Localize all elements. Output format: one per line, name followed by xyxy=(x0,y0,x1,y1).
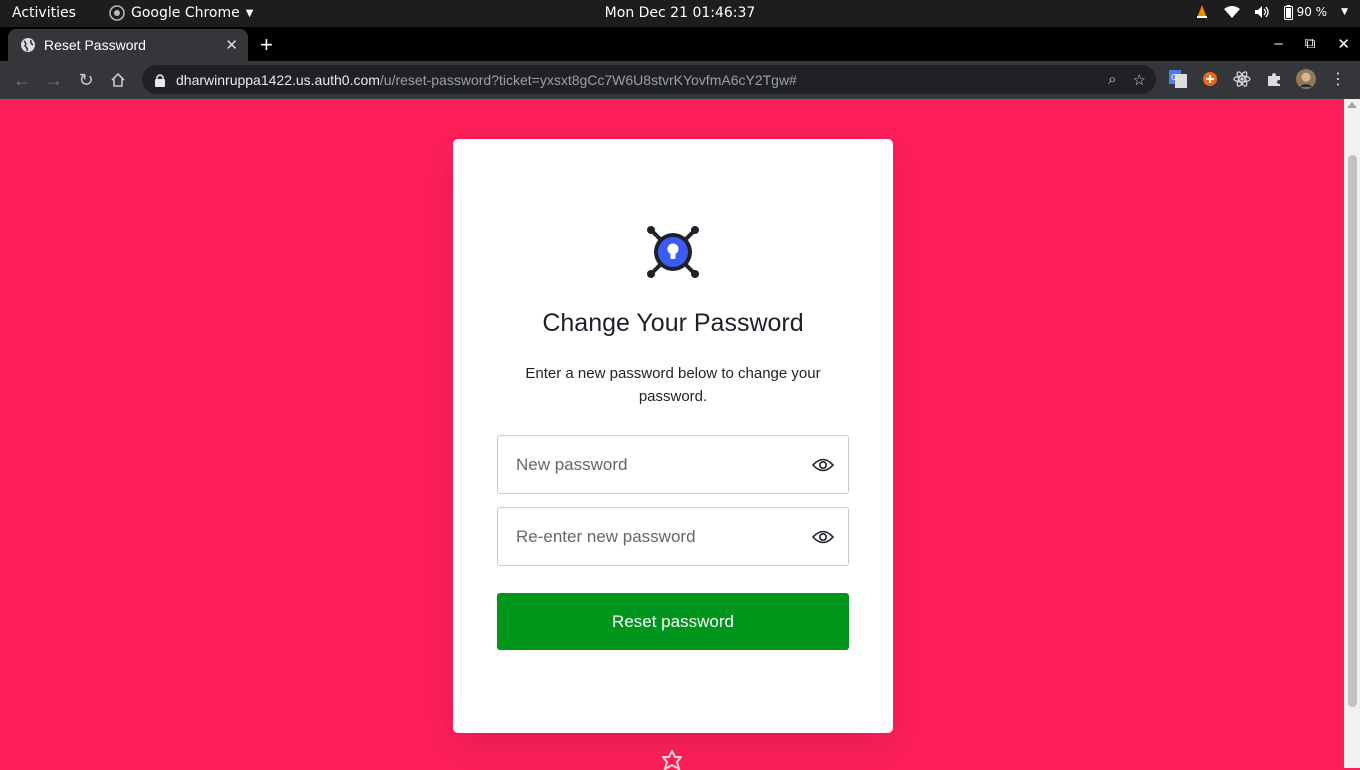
browser-toolbar: ← → ↻ dharwinruppa1422.us.auth0.com/u/re… xyxy=(0,61,1360,99)
page-viewport: Change Your Password Enter a new passwor… xyxy=(0,99,1360,770)
reload-icon[interactable]: ↻ xyxy=(70,64,102,96)
page-scrollbar[interactable] xyxy=(1344,99,1360,768)
eye-icon[interactable] xyxy=(812,529,834,545)
react-devtools-icon[interactable] xyxy=(1232,69,1252,89)
reset-password-card: Change Your Password Enter a new passwor… xyxy=(453,139,893,733)
system-tray[interactable]: 90 % ▼ xyxy=(1194,4,1348,20)
confirm-password-input[interactable] xyxy=(516,526,812,547)
system-top-bar: Activities Google Chrome ▼ Mon Dec 21 01… xyxy=(0,0,1360,27)
keyhole-lock-icon xyxy=(647,226,699,278)
extensions-puzzle-icon[interactable] xyxy=(1264,69,1284,89)
caret-down-icon: ▼ xyxy=(1341,7,1348,17)
clock[interactable]: Mon Dec 21 01:46:37 xyxy=(0,5,1360,21)
lock-icon xyxy=(155,73,165,87)
close-window-icon[interactable]: ✕ xyxy=(1337,35,1350,53)
extension-orange-icon[interactable] xyxy=(1200,69,1220,89)
battery-indicator: 90 % xyxy=(1283,4,1328,20)
instructions-text: Enter a new password below to change you… xyxy=(525,365,821,405)
battery-percent: 90 % xyxy=(1296,5,1328,19)
volume-icon xyxy=(1254,6,1269,18)
url-host: dharwinruppa1422.us.auth0.com xyxy=(176,71,380,88)
page-title: Change Your Password xyxy=(542,309,804,337)
wifi-icon xyxy=(1223,6,1240,18)
auth0-logo-icon xyxy=(662,750,682,770)
extensions-area: G ⋮ xyxy=(1168,69,1348,89)
back-arrow-icon[interactable]: ← xyxy=(6,64,38,96)
tab-strip: Reset Password ✕ + – ⧉ ✕ xyxy=(0,27,1360,61)
scrollbar-thumb[interactable] xyxy=(1348,155,1357,707)
new-tab-icon[interactable]: + xyxy=(260,32,273,58)
profile-avatar[interactable] xyxy=(1296,69,1316,89)
window-controls: – ⧉ ✕ xyxy=(1274,35,1350,53)
svg-text:G: G xyxy=(1171,73,1177,82)
zoom-icon[interactable]: ⌕ xyxy=(1108,71,1116,89)
eye-icon[interactable] xyxy=(812,457,834,473)
reset-password-button[interactable]: Reset password xyxy=(497,593,849,650)
minimize-icon[interactable]: – xyxy=(1274,35,1282,53)
home-icon[interactable] xyxy=(102,64,134,96)
address-bar[interactable]: dharwinruppa1422.us.auth0.com/u/reset-pa… xyxy=(142,65,1156,94)
battery-icon xyxy=(1283,4,1293,20)
confirm-password-field xyxy=(497,507,849,566)
url-text: dharwinruppa1422.us.auth0.com/u/reset-pa… xyxy=(176,72,1108,88)
scroll-up-icon[interactable] xyxy=(1347,102,1357,108)
new-password-field xyxy=(497,435,849,494)
url-path: /u/reset-password?ticket=yxsxt8gCc7W6U8s… xyxy=(379,71,797,88)
restore-icon[interactable]: ⧉ xyxy=(1305,35,1316,53)
tab-title: Reset Password xyxy=(44,37,146,53)
new-password-input[interactable] xyxy=(516,454,812,475)
browser-tab[interactable]: Reset Password ✕ xyxy=(8,29,248,61)
tab-close-icon[interactable]: ✕ xyxy=(225,36,238,54)
bookmark-star-icon[interactable]: ☆ xyxy=(1133,71,1146,89)
chrome-menu-icon[interactable]: ⋮ xyxy=(1328,69,1348,89)
globe-icon xyxy=(21,38,35,52)
vlc-icon xyxy=(1196,5,1207,18)
forward-arrow-icon[interactable]: → xyxy=(38,64,70,96)
google-translate-icon[interactable]: G xyxy=(1168,69,1188,89)
